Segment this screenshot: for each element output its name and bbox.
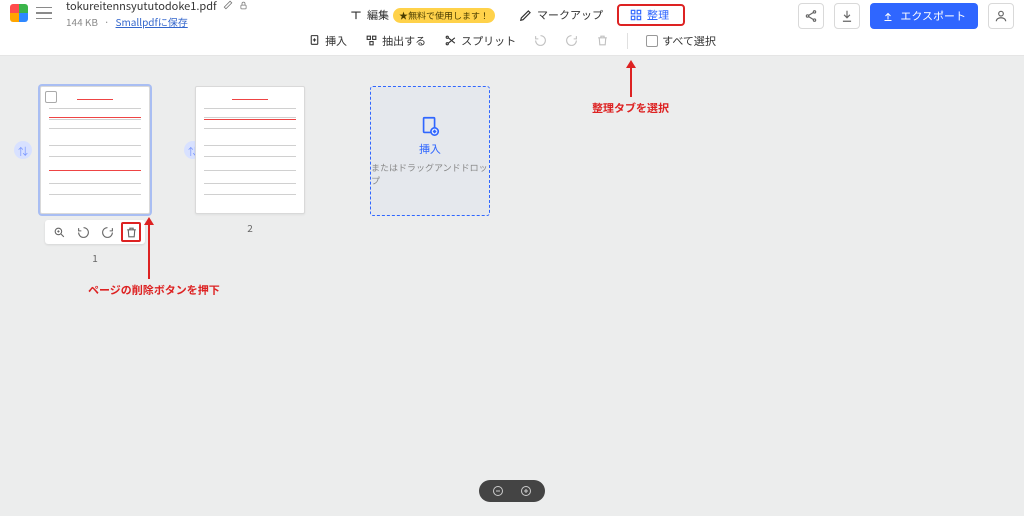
lock-icon: [239, 0, 248, 14]
save-to-smallpdf-link[interactable]: Smallpdfに保存: [116, 14, 188, 29]
select-all-checkbox[interactable]: [646, 35, 658, 47]
tab-organize[interactable]: 整理: [617, 4, 685, 26]
file-title-block: tokureitennsyututodoke1.pdf 144 KB · Sma…: [66, 0, 248, 29]
insert-dropzone[interactable]: 挿入 またはドラッグアンドドロップ: [370, 86, 490, 216]
text-icon: [349, 8, 363, 22]
annotation-arrow: [148, 219, 150, 279]
page-card-1[interactable]: 1: [40, 86, 150, 265]
zoom-out-button[interactable]: [491, 484, 505, 498]
app-logo: [10, 4, 28, 22]
page-card-2[interactable]: 2: [195, 86, 305, 235]
annotation-arrowhead: [144, 217, 154, 225]
export-label: エクスポート: [900, 8, 966, 24]
tool-delete: [596, 34, 609, 47]
edit-name-icon[interactable]: [223, 0, 233, 14]
tab-edit[interactable]: 編集 ★無料で使用します！: [339, 5, 505, 25]
pen-icon: [519, 8, 533, 22]
rotate-left-icon[interactable]: [73, 222, 93, 242]
sort-handle[interactable]: ⇅: [14, 141, 32, 159]
tool-insert[interactable]: 挿入: [308, 33, 347, 49]
delete-page-button[interactable]: [121, 222, 141, 242]
rotate-right-icon[interactable]: [97, 222, 117, 242]
tool-select-all[interactable]: すべて選択: [646, 33, 716, 49]
annotation-arrowhead: [626, 60, 636, 68]
file-name: tokureitennsyututodoke1.pdf: [66, 0, 217, 14]
free-badge: ★無料で使用します！: [393, 8, 495, 23]
tool-rotate-left: [534, 34, 547, 47]
export-button[interactable]: エクスポート: [870, 3, 978, 29]
annotation-delete: ページの削除ボタンを押下: [88, 282, 220, 298]
page-thumbnail[interactable]: [195, 86, 305, 214]
tool-rotate-right: [565, 34, 578, 47]
grid-icon: [629, 8, 643, 22]
zoom-control[interactable]: [479, 480, 545, 502]
page-number: 2: [247, 220, 253, 235]
file-size: 144 KB: [66, 14, 98, 29]
download-button[interactable]: [834, 3, 860, 29]
tab-organize-label: 整理: [647, 7, 669, 23]
page-number: 1: [92, 250, 98, 265]
zoom-page-icon[interactable]: [49, 222, 69, 242]
tool-split[interactable]: スプリット: [444, 33, 516, 49]
share-button[interactable]: [798, 3, 824, 29]
insert-page-icon: [419, 115, 441, 137]
tool-extract[interactable]: 抽出する: [365, 33, 426, 49]
page-toolbar: [45, 220, 145, 244]
tab-edit-label: 編集: [367, 7, 389, 23]
upload-icon: [882, 10, 894, 22]
menu-icon[interactable]: [36, 5, 52, 21]
tab-markup-label: マークアップ: [537, 7, 603, 23]
dropzone-subtitle: またはドラッグアンドドロップ: [371, 161, 489, 187]
organize-toolbar: 挿入 抽出する スプリット すべて選択: [0, 26, 1024, 56]
dropzone-title: 挿入: [419, 141, 441, 157]
account-button[interactable]: [988, 3, 1014, 29]
zoom-in-button[interactable]: [519, 484, 533, 498]
page-thumbnail[interactable]: [40, 86, 150, 214]
tab-markup[interactable]: マークアップ: [509, 5, 613, 25]
annotation-organize: 整理タブを選択: [592, 100, 669, 116]
